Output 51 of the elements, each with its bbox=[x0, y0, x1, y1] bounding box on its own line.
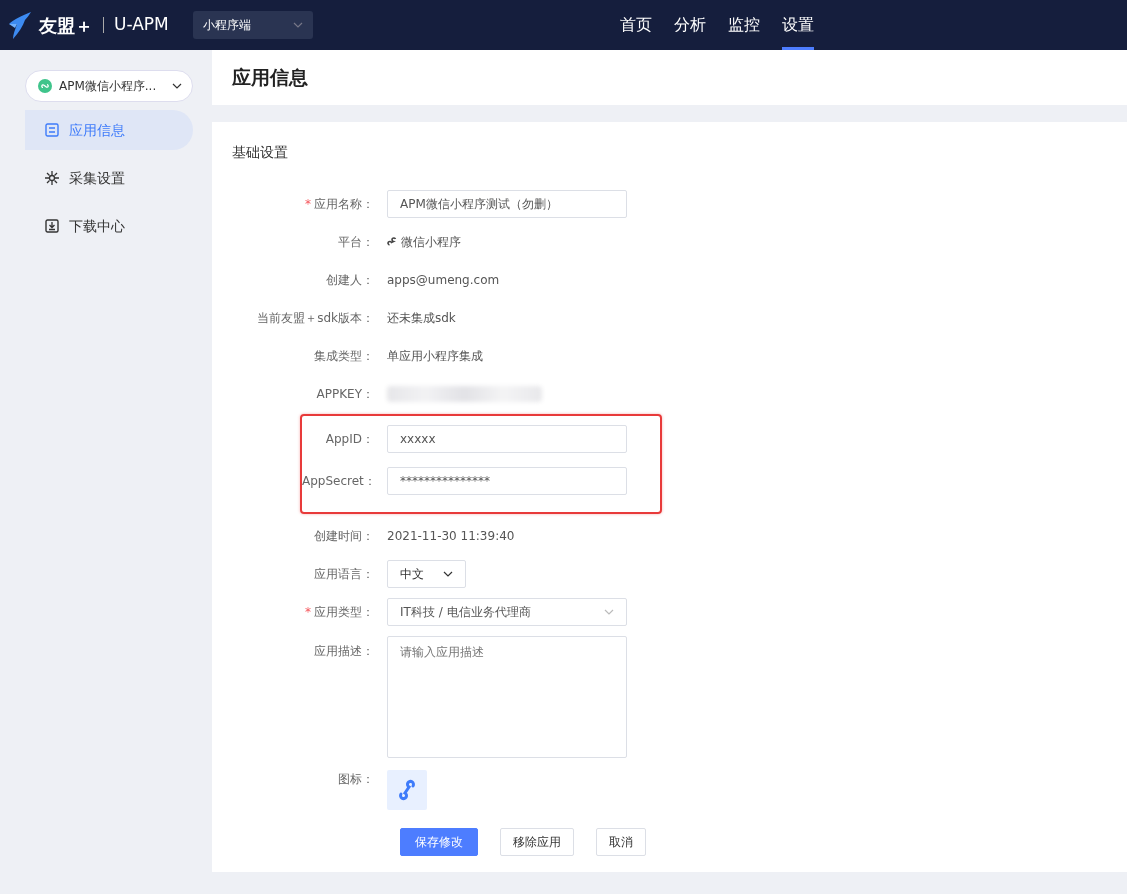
select-field[interactable]: 中文 bbox=[387, 560, 466, 588]
app-select[interactable]: APM微信小程序... bbox=[25, 70, 193, 102]
document-icon bbox=[45, 123, 59, 137]
sidebar-item[interactable]: 下载中心 bbox=[25, 206, 193, 246]
sidebar-item[interactable]: 采集设置 bbox=[25, 158, 193, 198]
field-value: 微信小程序 bbox=[401, 234, 461, 251]
brand-name: 友盟＋ bbox=[39, 13, 93, 38]
select-field[interactable]: IT科技 / 电信业务代理商 bbox=[387, 598, 627, 626]
field-label: 应用描述： bbox=[313, 643, 375, 660]
product-name: U-APM bbox=[114, 13, 169, 37]
form-button[interactable]: 取消 bbox=[596, 828, 646, 856]
field-label: * 应用类型： bbox=[304, 604, 375, 621]
field-value: 单应用小程序集成 bbox=[387, 348, 483, 365]
input-field[interactable]: *************** bbox=[387, 467, 627, 495]
chevron-icon bbox=[443, 571, 453, 577]
platform-select[interactable]: 小程序端 bbox=[192, 11, 313, 39]
page-title: 应用信息 bbox=[212, 50, 1127, 105]
input-field[interactable]: xxxxx bbox=[387, 425, 627, 453]
input-field[interactable]: APM微信小程序测试（勿删） bbox=[387, 190, 627, 218]
chevron-icon bbox=[604, 609, 614, 615]
logo-icon bbox=[7, 10, 33, 40]
mini-program-icon bbox=[38, 79, 52, 93]
nav-tab[interactable]: 首页 bbox=[619, 0, 652, 50]
field-label: 图标： bbox=[337, 771, 375, 788]
app-icon bbox=[387, 770, 427, 810]
required-mark: * bbox=[305, 197, 311, 211]
field-label: 创建人： bbox=[325, 272, 375, 289]
field-value: 还未集成sdk bbox=[387, 310, 456, 327]
nav-tab[interactable]: 分析 bbox=[673, 0, 706, 50]
chevron-icon bbox=[172, 83, 182, 89]
form-button[interactable]: 保存修改 bbox=[400, 828, 478, 856]
field-label: AppID： bbox=[324, 431, 375, 448]
required-mark: * bbox=[305, 605, 311, 619]
gear-icon bbox=[45, 171, 59, 185]
link-icon bbox=[387, 236, 398, 248]
field-label: 平台： bbox=[337, 234, 375, 251]
field-label: 创建时间： bbox=[313, 528, 375, 545]
field-label: * 应用名称： bbox=[304, 196, 375, 213]
form-button[interactable]: 移除应用 bbox=[500, 828, 574, 856]
field-label: 应用语言： bbox=[313, 566, 375, 583]
field-value: apps@umeng.com bbox=[387, 272, 500, 289]
chevron-icon bbox=[292, 22, 303, 28]
field-label: APPKEY： bbox=[315, 386, 375, 403]
field-value: 2021-11-30 11:39:40 bbox=[387, 528, 515, 545]
download-icon bbox=[45, 219, 59, 233]
field-label: 当前友盟＋sdk版本： bbox=[256, 310, 375, 327]
description-field[interactable]: 请输入应用描述 bbox=[387, 636, 627, 758]
field-label: 集成类型： bbox=[313, 348, 375, 365]
field-label: AppSecret： bbox=[302, 473, 377, 490]
section-title: 基础设置 bbox=[232, 143, 289, 162]
nav-tab[interactable]: 监控 bbox=[727, 0, 760, 50]
